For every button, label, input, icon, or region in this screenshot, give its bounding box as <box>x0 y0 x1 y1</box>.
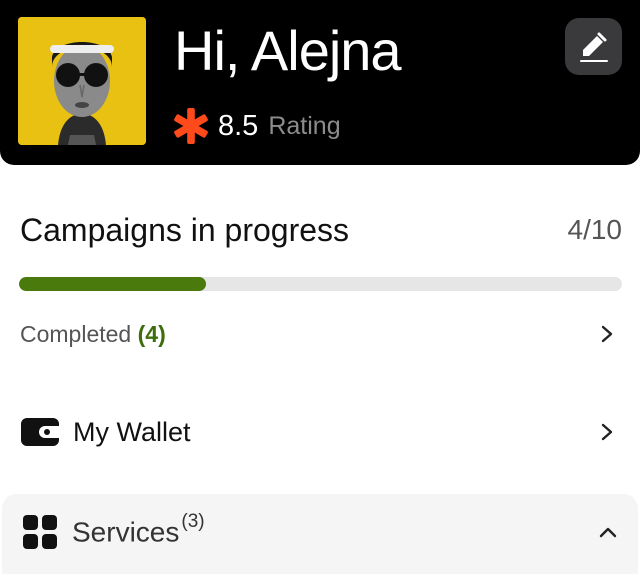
campaigns-count: 4/10 <box>567 214 623 245</box>
campaigns-progress-fill <box>19 277 206 291</box>
grid-icon <box>23 515 57 549</box>
rating: 8.5 Rating <box>172 106 341 146</box>
chevron-right-icon <box>601 423 613 441</box>
greeting-title: Hi, Alejna <box>174 19 402 82</box>
avatar[interactable] <box>18 17 146 145</box>
star-icon <box>174 107 208 145</box>
wallet-icon <box>21 418 59 446</box>
edit-profile-button[interactable] <box>565 18 622 75</box>
pencil-icon <box>579 32 608 62</box>
rating-label: Rating <box>268 111 341 140</box>
completed-text: Completed <box>20 320 132 347</box>
campaigns-progress-bar <box>19 277 622 291</box>
my-wallet-label: My Wallet <box>73 416 191 447</box>
campaigns-title: Campaigns in progress <box>20 212 350 248</box>
services-label: Services (3) <box>72 511 205 548</box>
services-count: (3) <box>181 511 205 533</box>
chevron-up-icon <box>599 527 617 538</box>
services-text: Services <box>72 516 180 548</box>
avatar-portrait <box>18 17 146 145</box>
profile-header: Hi, Alejna 8.5 Rating <box>0 0 640 165</box>
my-wallet-row[interactable]: My Wallet <box>0 410 640 454</box>
rating-value: 8.5 <box>218 109 259 142</box>
chevron-right-icon <box>601 325 613 343</box>
completed-row[interactable]: Completed (4) <box>0 314 640 354</box>
completed-count: (4) <box>137 320 166 347</box>
services-row[interactable]: Services (3) <box>0 508 640 556</box>
completed-label: Completed (4) <box>20 321 166 348</box>
